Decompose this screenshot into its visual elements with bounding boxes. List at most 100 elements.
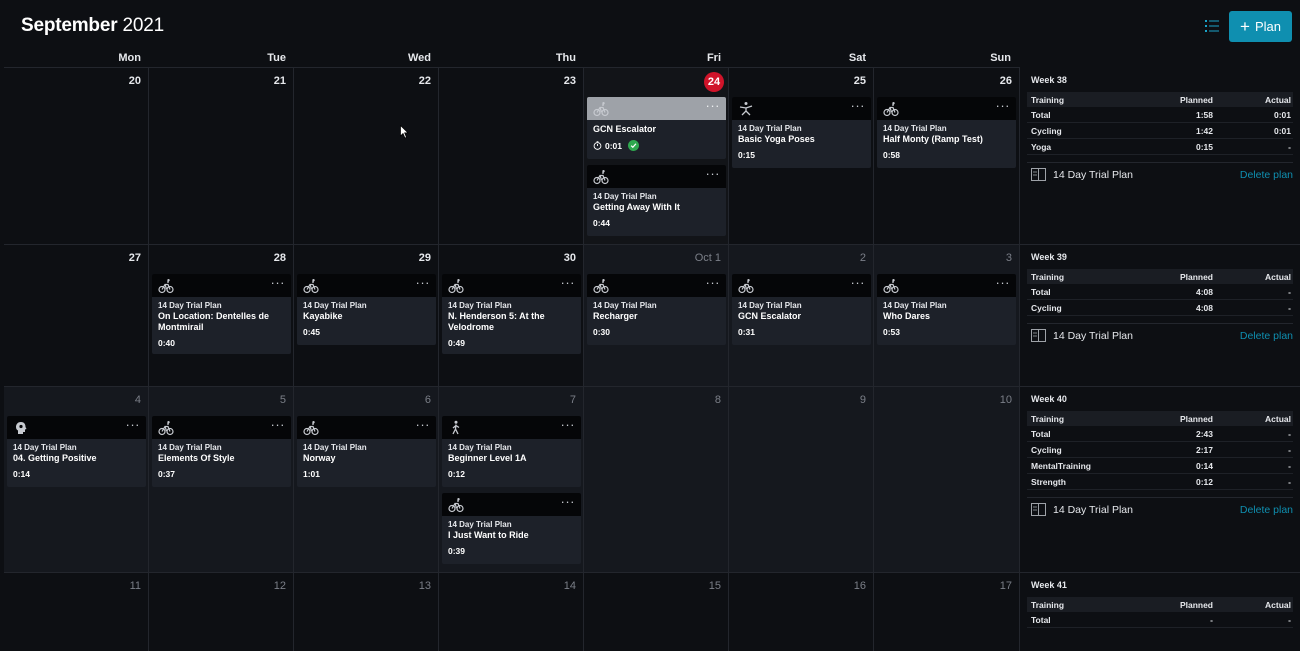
workout-card[interactable]: ··· 14 Day Trial Plan Kayabike 0:45 [297, 274, 436, 345]
week-plan-row: 14 Day Trial Plan Delete plan [1031, 502, 1293, 518]
workout-duration: 0:31 [738, 327, 756, 337]
day-number: 4 [134, 394, 141, 406]
more-options-icon[interactable]: ··· [996, 275, 1011, 290]
day-cell[interactable]: 20 [4, 68, 149, 245]
workout-name: Recharger [593, 311, 638, 321]
workout-name: Kayabike [303, 311, 343, 321]
day-cell[interactable]: 7 ··· 14 Day Trial Plan Beginner Level 1… [439, 387, 584, 573]
workout-name: Getting Away With It [593, 202, 680, 212]
workout-card[interactable]: ··· 14 Day Trial Plan N. Henderson 5: At… [442, 274, 581, 354]
workout-name: I Just Want to Ride [448, 530, 529, 540]
month-name: September [21, 15, 118, 36]
day-number: 17 [999, 580, 1012, 592]
plan-name: 14 Day Trial Plan [13, 443, 77, 452]
plan-book-icon [1031, 503, 1046, 516]
day-cell[interactable]: 4 ··· 14 Day Trial Plan 04. Getting Posi… [4, 387, 149, 573]
workout-name: On Location: Dentelles de Montmirail [158, 311, 270, 332]
day-cell[interactable]: 27 [4, 245, 149, 387]
day-cell-today[interactable]: 24 ··· GCN Escalator 0:01 ··· 14 Day Tri… [584, 68, 729, 245]
weekday-sun: Sun [990, 52, 1011, 64]
workout-name: Basic Yoga Poses [738, 134, 815, 144]
workout-duration: 0:40 [158, 338, 176, 348]
more-options-icon[interactable]: ··· [706, 98, 721, 113]
more-options-icon[interactable]: ··· [996, 98, 1011, 113]
day-cell[interactable]: 22 [294, 68, 439, 245]
add-plan-button[interactable]: + Plan [1229, 11, 1292, 42]
day-cell[interactable]: 2 ··· 14 Day Trial Plan GCN Escalator 0:… [729, 245, 874, 387]
table-row: Total 1:58 0:01 [1027, 107, 1293, 123]
day-cell[interactable]: 10 [874, 387, 1020, 573]
workout-card[interactable]: ··· 14 Day Trial Plan I Just Want to Rid… [442, 493, 581, 564]
more-options-icon[interactable]: ··· [416, 417, 431, 432]
divider [1027, 162, 1293, 163]
day-cell[interactable]: 30 ··· 14 Day Trial Plan N. Henderson 5:… [439, 245, 584, 387]
plan-name: 14 Day Trial Plan [593, 301, 657, 310]
list-view-icon[interactable] [1202, 16, 1222, 36]
delete-plan-link[interactable]: Delete plan [1240, 169, 1293, 181]
week-summary: Week 39 Training Planned Actual Total 4:… [1020, 245, 1300, 387]
week-summary-table: Training Planned Actual Total 1:58 0:01 … [1027, 92, 1293, 155]
workout-card[interactable]: ··· 14 Day Trial Plan Recharger 0:30 [587, 274, 726, 345]
day-cell[interactable]: 21 [149, 68, 294, 245]
more-options-icon[interactable]: ··· [851, 98, 866, 113]
day-cell[interactable]: 9 [729, 387, 874, 573]
table-row: Cycling 4:08 - [1027, 300, 1293, 316]
more-options-icon[interactable]: ··· [561, 417, 576, 432]
table-row: Total 2:43 - [1027, 426, 1293, 442]
table-row: Cycling 2:17 - [1027, 442, 1293, 458]
day-cell[interactable]: Oct 1 ··· 14 Day Trial Plan Recharger 0:… [584, 245, 729, 387]
workout-card[interactable]: ··· 14 Day Trial Plan 04. Getting Positi… [7, 416, 146, 487]
day-cell[interactable]: 26 ··· 14 Day Trial Plan Half Monty (Ram… [874, 68, 1020, 245]
day-cell[interactable]: 16 [729, 573, 874, 651]
day-cell[interactable]: 5 ··· 14 Day Trial Plan Elements Of Styl… [149, 387, 294, 573]
workout-card[interactable]: ··· 14 Day Trial Plan Who Dares 0:53 [877, 274, 1016, 345]
plan-name: 14 Day Trial Plan [303, 443, 367, 452]
delete-plan-link[interactable]: Delete plan [1240, 504, 1293, 516]
table-header: Training Planned Actual [1027, 92, 1293, 107]
day-number: 9 [859, 394, 866, 406]
delete-plan-link[interactable]: Delete plan [1240, 330, 1293, 342]
week-summary-table: Training Planned Actual Total - - [1027, 597, 1293, 628]
day-cell[interactable]: 11 [4, 573, 149, 651]
day-cell[interactable]: 25 ··· 14 Day Trial Plan Basic Yoga Pose… [729, 68, 874, 245]
day-cell[interactable]: 3 ··· 14 Day Trial Plan Who Dares 0:53 [874, 245, 1020, 387]
more-options-icon[interactable]: ··· [271, 417, 286, 432]
workout-name: Beginner Level 1A [448, 453, 527, 463]
workout-name: 04. Getting Positive [13, 453, 97, 463]
day-cell[interactable]: 29 ··· 14 Day Trial Plan Kayabike 0:45 [294, 245, 439, 387]
more-options-icon[interactable]: ··· [706, 166, 721, 181]
workout-card[interactable]: ··· 14 Day Trial Plan Getting Away With … [587, 165, 726, 236]
weekday-fri: Fri [706, 52, 721, 64]
day-cell[interactable]: 23 [439, 68, 584, 245]
more-options-icon[interactable]: ··· [561, 494, 576, 509]
workout-card[interactable]: ··· 14 Day Trial Plan Beginner Level 1A … [442, 416, 581, 487]
day-cell[interactable]: 15 [584, 573, 729, 651]
day-cell[interactable]: 8 [584, 387, 729, 573]
workout-card[interactable]: ··· 14 Day Trial Plan Basic Yoga Poses 0… [732, 97, 871, 168]
day-cell[interactable]: 14 [439, 573, 584, 651]
day-cell[interactable]: 6 ··· 14 Day Trial Plan Norway 1:01 [294, 387, 439, 573]
more-options-icon[interactable]: ··· [706, 275, 721, 290]
day-cell[interactable]: 28 ··· 14 Day Trial Plan On Location: De… [149, 245, 294, 387]
more-options-icon[interactable]: ··· [561, 275, 576, 290]
day-cell[interactable]: 17 [874, 573, 1020, 651]
workout-card[interactable]: ··· 14 Day Trial Plan Elements Of Style … [152, 416, 291, 487]
day-number: 16 [853, 580, 866, 592]
workout-card[interactable]: ··· 14 Day Trial Plan Half Monty (Ramp T… [877, 97, 1016, 168]
more-options-icon[interactable]: ··· [416, 275, 431, 290]
day-cell[interactable]: 13 [294, 573, 439, 651]
day-number: 22 [418, 75, 431, 87]
more-options-icon[interactable]: ··· [126, 417, 141, 432]
workout-card[interactable]: ··· 14 Day Trial Plan Norway 1:01 [297, 416, 436, 487]
more-options-icon[interactable]: ··· [851, 275, 866, 290]
workout-card[interactable]: ··· 14 Day Trial Plan On Location: Dente… [152, 274, 291, 354]
plan-name: 14 Day Trial Plan [448, 443, 512, 452]
day-number: 2 [859, 252, 866, 264]
workout-card[interactable]: ··· 14 Day Trial Plan GCN Escalator 0:31 [732, 274, 871, 345]
day-cell[interactable]: 12 [149, 573, 294, 651]
workout-card[interactable]: ··· GCN Escalator 0:01 [587, 97, 726, 159]
plan-name: 14 Day Trial Plan [883, 124, 947, 133]
weekday-mon: Mon [118, 52, 141, 64]
more-options-icon[interactable]: ··· [271, 275, 286, 290]
weekday-tue: Tue [267, 52, 286, 64]
